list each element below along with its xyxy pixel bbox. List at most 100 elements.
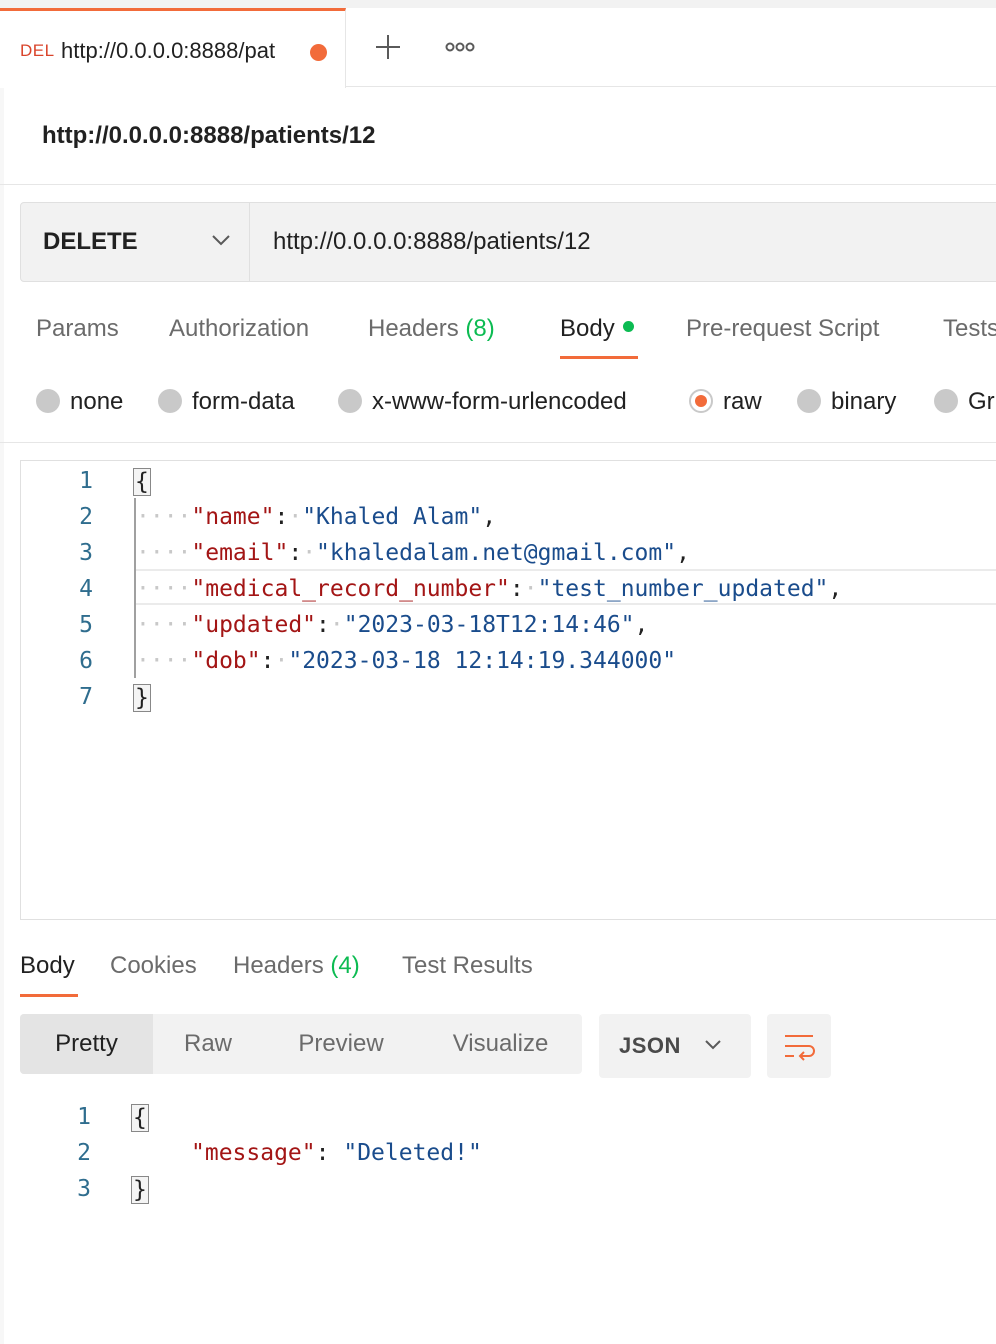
json-value: "khaledalam.net@gmail.com" (316, 540, 677, 566)
radio-circle (36, 388, 60, 413)
line-number: 3 (77, 1176, 91, 1202)
tab-method-badge: DEL (20, 41, 55, 60)
whitespace-marker: ···· (136, 648, 192, 674)
response-tab-headers[interactable]: Headers (4) (233, 952, 360, 980)
divider (0, 442, 996, 443)
tab-authorization[interactable]: Authorization (169, 315, 309, 343)
sidebar-edge (0, 88, 4, 1344)
whitespace-marker: ···· (136, 576, 192, 602)
radio-raw[interactable]: raw (689, 388, 762, 418)
radio-label: x-www-form-urlencoded (372, 388, 627, 415)
radio-label: Gr (968, 388, 995, 415)
wrap-lines-button[interactable] (767, 1014, 831, 1078)
json-close-brace: } (133, 684, 151, 712)
radio-graphql[interactable]: Gr (934, 388, 995, 418)
divider (0, 184, 996, 185)
json-colon: : (316, 612, 330, 638)
unsaved-changes-dot (310, 44, 327, 61)
divider (346, 86, 996, 87)
request-tab[interactable]: DEL http://0.0.0.0:8888/pat (0, 8, 346, 88)
url-input[interactable]: http://0.0.0.0:8888/patients/12 (250, 202, 996, 282)
chevron-down-icon (212, 235, 230, 246)
view-visualize-button[interactable]: Visualize (419, 1014, 582, 1074)
url-input-value: http://0.0.0.0:8888/patients/12 (273, 228, 591, 255)
active-tab-indicator (20, 994, 78, 997)
json-comma: , (828, 576, 843, 602)
json-value: "Deleted!" (343, 1140, 482, 1166)
radio-circle (934, 388, 958, 413)
line-number: 2 (77, 1140, 91, 1166)
more-tabs-button[interactable] (436, 26, 486, 70)
radio-label: raw (723, 388, 762, 415)
json-key: "dob" (191, 648, 261, 674)
json-comma: , (634, 612, 649, 638)
radio-label: none (70, 388, 124, 415)
json-close-brace: } (131, 1176, 149, 1204)
json-colon: : (509, 576, 524, 602)
response-view-switcher: Pretty Raw Preview Visualize (20, 1014, 582, 1074)
window-top-strip (0, 0, 996, 8)
new-tab-button[interactable] (360, 26, 416, 70)
response-tab-cookies[interactable]: Cookies (110, 952, 197, 980)
response-tab-headers-label: Headers (233, 952, 324, 979)
json-key: "email" (191, 540, 289, 566)
json-line: ····"dob":·"2023-03-18 12:14:19.344000" (136, 648, 676, 674)
whitespace-marker: · (523, 576, 538, 602)
radio-label: form-data (192, 388, 295, 415)
view-pretty-button[interactable]: Pretty (20, 1014, 153, 1074)
radio-binary[interactable]: binary (797, 388, 896, 418)
whitespace-marker: ···· (136, 540, 192, 566)
json-colon: : (260, 648, 275, 674)
line-number: 1 (77, 1104, 91, 1130)
json-line: ····"email":·"khaledalam.net@gmail.com", (136, 540, 690, 566)
radio-form-data[interactable]: form-data (158, 388, 295, 418)
format-select[interactable]: JSON (599, 1014, 751, 1078)
tab-pre-request-script[interactable]: Pre-request Script (686, 315, 879, 343)
response-tab-body[interactable]: Body (20, 952, 75, 980)
response-tab-test-results[interactable]: Test Results (402, 952, 533, 980)
radio-x-www-form-urlencoded[interactable]: x-www-form-urlencoded (338, 388, 627, 418)
line-number: 1 (79, 468, 93, 494)
json-colon: : (274, 504, 289, 530)
line-number: 7 (79, 684, 93, 710)
line-number: 2 (79, 504, 93, 530)
whitespace-marker: · (329, 612, 344, 638)
json-key: "updated" (191, 612, 317, 638)
line-number: 6 (79, 648, 93, 674)
json-open-brace: { (133, 468, 151, 496)
tab-headers-label: Headers (368, 315, 459, 342)
plus-icon (376, 35, 400, 59)
tab-tests[interactable]: Tests (943, 315, 996, 343)
json-key: "medical_record_number" (191, 576, 510, 602)
json-colon: : (315, 1140, 330, 1166)
json-line: "message": "Deleted!" (191, 1140, 482, 1166)
json-line: ····"medical_record_number":·"test_numbe… (136, 576, 842, 602)
view-raw-button[interactable]: Raw (153, 1014, 263, 1074)
format-label: JSON (619, 1033, 681, 1058)
request-title[interactable]: http://0.0.0.0:8888/patients/12 (42, 122, 375, 150)
line-number: 5 (79, 612, 93, 638)
active-tab-indicator (560, 356, 638, 359)
tab-body[interactable]: Body (560, 315, 634, 343)
json-value: "test_number_updated" (537, 576, 829, 602)
headers-count: (8) (465, 315, 495, 342)
json-value: "2023-03-18T12:14:46" (343, 612, 635, 638)
whitespace-marker: · (274, 648, 289, 674)
method-select[interactable]: DELETE (20, 202, 250, 282)
whitespace-marker: · (302, 540, 317, 566)
ellipsis-icon (445, 42, 475, 52)
json-key: "name" (191, 504, 275, 530)
radio-circle (158, 388, 182, 413)
json-value: "2023-03-18 12:14:19.344000" (288, 648, 677, 674)
whitespace-marker: · (288, 504, 303, 530)
tab-body-label: Body (560, 315, 615, 342)
radio-none[interactable]: none (36, 388, 123, 418)
json-comma: , (482, 504, 497, 530)
tab-headers[interactable]: Headers (8) (368, 315, 495, 343)
json-colon: : (288, 540, 303, 566)
view-preview-button[interactable]: Preview (263, 1014, 419, 1074)
json-value: "Khaled Alam" (302, 504, 483, 530)
radio-label: binary (831, 388, 897, 415)
tab-params[interactable]: Params (36, 315, 119, 343)
chevron-down-icon (705, 1040, 721, 1050)
